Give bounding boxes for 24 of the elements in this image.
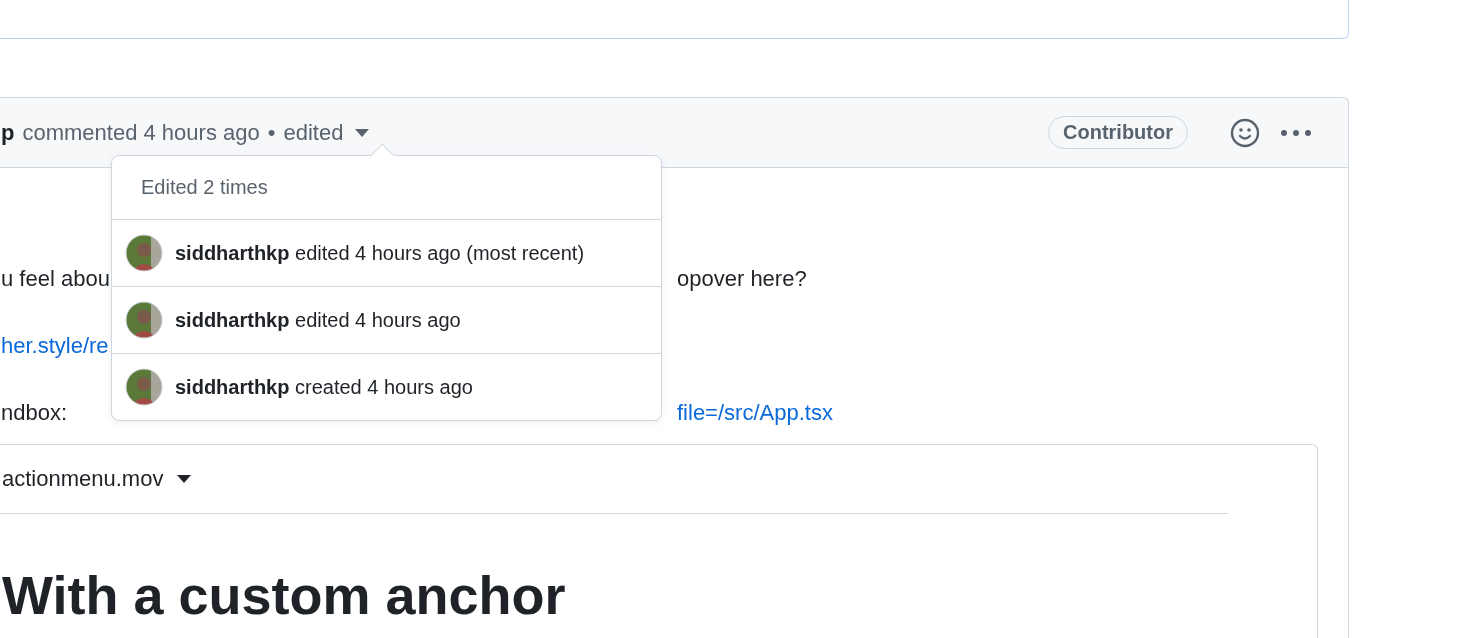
avatar — [125, 301, 163, 339]
more-icon — [1280, 128, 1312, 137]
more-button[interactable] — [1280, 128, 1312, 137]
comment-text: opover here? — [677, 266, 807, 291]
popover-title: Edited 2 times — [141, 176, 268, 198]
avatar — [125, 234, 163, 272]
video-heading: With a custom anchor — [2, 564, 567, 626]
comment-text: ndbox: — [1, 400, 68, 425]
link[interactable]: file=/src/App.tsx — [677, 400, 833, 425]
link[interactable]: her.style/re — [1, 333, 109, 358]
avatar — [125, 368, 163, 406]
edit-history-item[interactable]: siddharthkp created 4 hours ago — [112, 353, 661, 420]
caret-icon — [355, 128, 370, 137]
comment-text: u feel abou — [1, 266, 110, 291]
reaction-button[interactable] — [1230, 117, 1260, 148]
video-filename[interactable]: actionmenu.mov — [2, 445, 192, 513]
edit-history-item[interactable]: siddharthkp edited 4 hours ago (most recent) — [112, 220, 661, 286]
separator: • — [267, 119, 276, 146]
edit-history-item[interactable]: siddharthkp edited 4 hours ago — [112, 286, 661, 353]
caret-icon — [177, 475, 192, 483]
edited-button[interactable]: edited — [283, 119, 370, 146]
comment-timestamp: commented 4 hours ago — [22, 119, 260, 146]
smiley-icon — [1230, 117, 1260, 148]
author-name[interactable]: p — [1, 119, 15, 146]
